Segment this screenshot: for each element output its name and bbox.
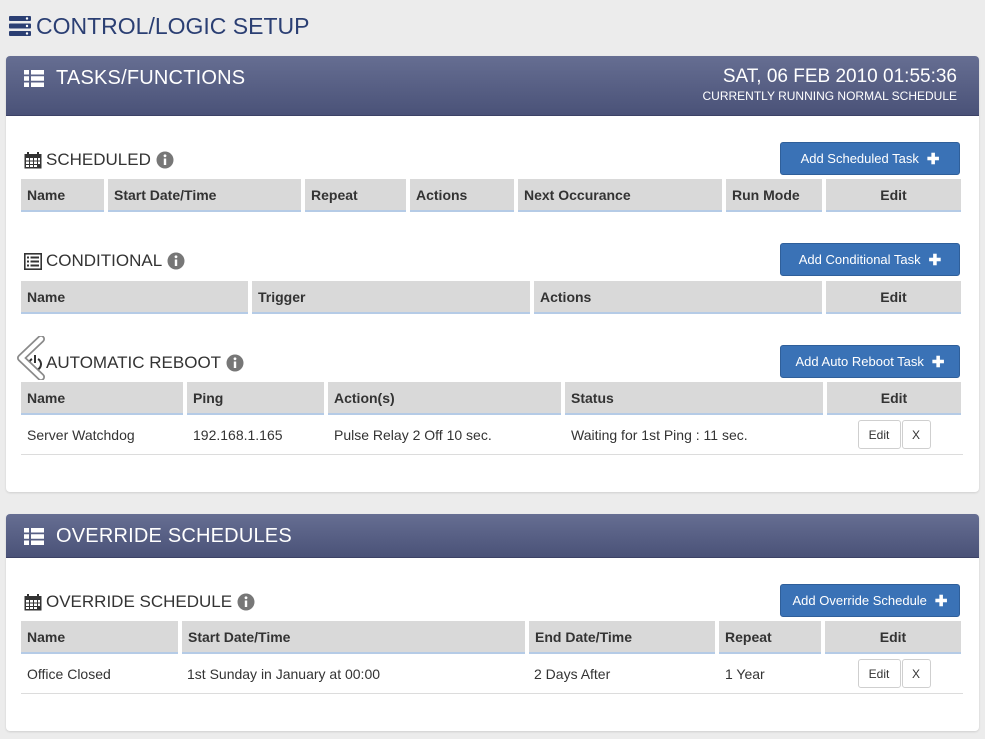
add-auto-reboot-task-button[interactable]: Add Auto Reboot Task ✚	[780, 345, 960, 378]
override-section-title-text: OVERRIDE SCHEDULE	[46, 592, 233, 611]
calendar-icon	[24, 593, 42, 611]
datetime-block: SAT, 06 FEB 2010 01:55:36 CURRENTLY RUNN…	[703, 66, 957, 104]
override-panel-title-text: OVERRIDE SCHEDULES	[56, 524, 292, 547]
column-header[interactable]: Start Date/Time	[182, 621, 525, 654]
add-scheduled-task-button[interactable]: Add Scheduled Task ✚	[780, 142, 960, 175]
conditional-section-title: CONDITIONAL	[24, 249, 185, 273]
column-header[interactable]: Name	[21, 621, 178, 654]
column-header[interactable]: Actions	[534, 281, 822, 314]
override-end: 2 Days After	[534, 665, 611, 682]
table-row: Office Closed 1st Sunday in January at 0…	[21, 654, 963, 694]
server-icon	[8, 15, 32, 37]
scheduled-table-header: Name Start Date/Time Repeat Actions Next…	[21, 179, 961, 212]
column-header[interactable]: Edit	[825, 621, 961, 654]
page-title-text: CONTROL/LOGIC SETUP	[36, 12, 310, 39]
delete-button[interactable]: X	[901, 659, 931, 688]
reboot-section-title: AUTOMATIC REBOOT	[28, 351, 244, 375]
tasks-panel-title-text: TASKS/FUNCTIONS	[56, 66, 246, 89]
tasks-panel: TASKS/FUNCTIONS SAT, 06 FEB 2010 01:55:3…	[6, 56, 979, 492]
conditional-title-text: CONDITIONAL	[46, 251, 163, 270]
reboot-title-text: AUTOMATIC REBOOT	[46, 353, 222, 372]
column-header[interactable]: Edit	[826, 179, 961, 212]
column-header[interactable]: Name	[21, 281, 248, 314]
current-datetime: SAT, 06 FEB 2010 01:55:36	[722, 66, 957, 87]
column-header[interactable]: Run Mode	[726, 179, 822, 212]
add-conditional-task-label: Add Conditional Task	[798, 252, 921, 267]
plus-icon: ✚	[934, 592, 948, 610]
override-table-header: Name Start Date/Time End Date/Time Repea…	[21, 621, 961, 654]
column-header[interactable]: Ping	[187, 382, 324, 415]
column-header[interactable]: End Date/Time	[529, 621, 715, 654]
add-conditional-task-button[interactable]: Add Conditional Task ✚	[780, 243, 960, 276]
info-icon[interactable]	[167, 252, 185, 270]
reboot-action: Pulse Relay 2 Off 10 sec.	[334, 426, 492, 443]
add-scheduled-task-label: Add Scheduled Task	[800, 151, 919, 166]
column-header[interactable]: Start Date/Time	[108, 179, 301, 212]
override-section-title: OVERRIDE SCHEDULE	[24, 590, 255, 614]
tasks-panel-title: TASKS/FUNCTIONS	[24, 66, 245, 90]
column-header[interactable]: Repeat	[305, 179, 406, 212]
info-icon[interactable]	[156, 151, 174, 169]
row-actions: Edit X	[825, 654, 963, 693]
plus-icon: ✚	[926, 150, 940, 168]
plus-icon: ✚	[931, 353, 945, 371]
reboot-status: Waiting for 1st Ping : 11 sec.	[571, 426, 748, 443]
reboot-table-header: Name Ping Action(s) Status Edit	[21, 382, 961, 415]
scheduled-section-title: SCHEDULED	[24, 148, 174, 172]
page-title: CONTROL/LOGIC SETUP	[8, 10, 309, 42]
list-icon	[24, 69, 44, 87]
column-header[interactable]: Actions	[410, 179, 514, 212]
scheduled-title-text: SCHEDULED	[46, 150, 151, 169]
column-header[interactable]: Name	[21, 382, 183, 415]
info-icon[interactable]	[226, 354, 244, 372]
schedule-status: CURRENTLY RUNNING NORMAL SCHEDULE	[702, 89, 957, 103]
back-arrow-icon[interactable]	[16, 335, 46, 381]
column-header[interactable]: Status	[565, 382, 823, 415]
column-header[interactable]: Next Occurance	[518, 179, 722, 212]
add-auto-reboot-task-label: Add Auto Reboot Task	[795, 354, 924, 369]
list-icon	[24, 527, 44, 545]
override-panel-header: OVERRIDE SCHEDULES	[6, 514, 979, 558]
column-header[interactable]: Edit	[826, 281, 961, 314]
reboot-name: Server Watchdog	[27, 426, 135, 443]
table-row: Server Watchdog 192.168.1.165 Pulse Rela…	[21, 415, 963, 455]
column-header[interactable]: Name	[21, 179, 104, 212]
delete-button[interactable]: X	[901, 420, 931, 449]
override-repeat: 1 Year	[725, 665, 765, 682]
add-override-schedule-button[interactable]: Add Override Schedule ✚	[780, 584, 960, 617]
reboot-ping: 192.168.1.165	[193, 426, 283, 443]
override-name: Office Closed	[27, 665, 111, 682]
override-panel: OVERRIDE SCHEDULES OVERRIDE SCHEDULE Add…	[6, 514, 979, 731]
plus-icon: ✚	[928, 251, 942, 269]
add-override-schedule-label: Add Override Schedule	[792, 593, 927, 608]
column-header[interactable]: Edit	[827, 382, 961, 415]
info-icon[interactable]	[237, 593, 255, 611]
override-start: 1st Sunday in January at 00:00	[187, 665, 381, 682]
column-header[interactable]: Action(s)	[328, 382, 561, 415]
tasks-panel-header: TASKS/FUNCTIONS SAT, 06 FEB 2010 01:55:3…	[6, 56, 979, 116]
row-actions: Edit X	[827, 415, 961, 454]
column-header[interactable]: Repeat	[719, 621, 821, 654]
list-alt-icon	[24, 252, 42, 270]
edit-button[interactable]: Edit	[857, 420, 901, 449]
calendar-icon	[24, 151, 42, 169]
override-panel-title: OVERRIDE SCHEDULES	[24, 524, 292, 548]
edit-button[interactable]: Edit	[857, 659, 901, 688]
column-header[interactable]: Trigger	[252, 281, 530, 314]
conditional-table-header: Name Trigger Actions Edit	[21, 281, 961, 314]
